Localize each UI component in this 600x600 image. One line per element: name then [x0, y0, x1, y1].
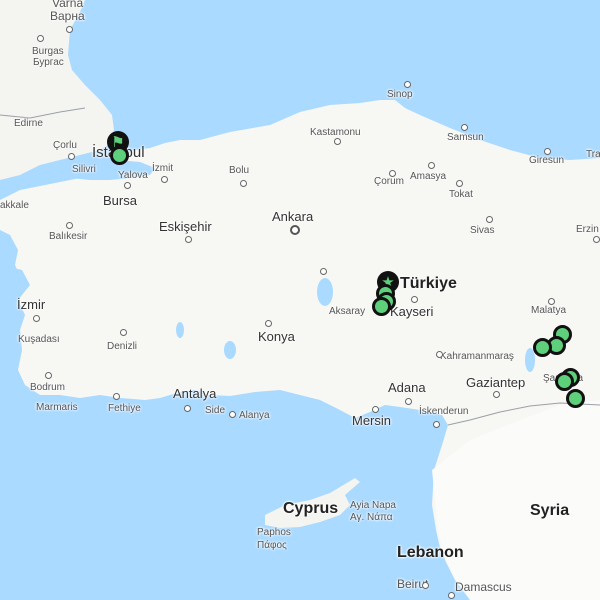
city-label-marmaris: Marmaris — [36, 402, 78, 413]
city-dot-alanya — [229, 411, 236, 418]
city-dot-fethiye — [113, 393, 120, 400]
city-dot-sivas — [486, 216, 493, 223]
city-label-giresun: Giresun — [529, 155, 565, 166]
city-label-corum: Çorum — [374, 176, 405, 187]
city-label-kahramanmaras: Kahramanmaraş — [440, 351, 514, 362]
city-dot-bodrum — [45, 372, 52, 379]
map-marker-istanbul[interactable] — [110, 146, 129, 165]
map-marker-sanliurfa-3[interactable] — [566, 389, 585, 408]
country-label-lebanon: Lebanon — [397, 544, 464, 561]
city-label-ayia-napa-greek: Αγ. Νάπα — [350, 512, 393, 523]
city-dot-eskisehir — [185, 236, 192, 243]
city-dot-gaziantep — [493, 391, 500, 398]
city-dot-mersin — [372, 406, 379, 413]
city-label-silivri: Silivri — [72, 164, 96, 175]
city-label-konya: Konya — [258, 329, 295, 344]
city-dot-beirut — [422, 582, 429, 589]
city-label-damascus: Damascus — [455, 580, 512, 594]
city-dot-sinop — [404, 81, 411, 88]
city-dot-kahramanmaras — [436, 351, 443, 358]
city-label-ayia-napa: Ayia Napa — [350, 500, 396, 511]
city-label-iskenderun: İskenderun — [419, 406, 469, 417]
lake-beysehir — [224, 341, 236, 359]
city-dot-tokat — [456, 180, 463, 187]
city-label-malatya: Malatya — [531, 305, 567, 316]
city-label-denizli: Denizli — [107, 341, 138, 352]
city-dot-samsun — [461, 124, 468, 131]
city-label-bodrum: Bodrum — [30, 382, 66, 393]
city-dot-corlu — [68, 153, 75, 160]
city-label-balikesir: Balıkesir — [49, 231, 88, 242]
city-dot-kayseri — [411, 296, 418, 303]
city-label-kusadasi: Kuşadası — [18, 334, 60, 345]
city-dot-varna — [66, 26, 73, 33]
city-dot-erzin — [593, 236, 600, 243]
city-label-erzin: Erzin — [576, 224, 599, 235]
country-label-cyprus: Cyprus — [283, 500, 339, 517]
city-dot-yalova — [124, 182, 131, 189]
city-dot-corum — [389, 170, 396, 177]
city-label-yalova: Yalova — [118, 170, 148, 181]
city-dot-izmir — [33, 315, 40, 322]
city-label-kayseri: Kayseri — [390, 304, 434, 319]
city-label-samsun: Samsun — [447, 132, 484, 143]
city-dot-giresun — [544, 148, 551, 155]
city-label-paphos-greek: Πάφος — [257, 540, 287, 551]
city-dot-malatya — [548, 298, 555, 305]
city-dot-iskenderun — [433, 421, 440, 428]
city-label-mersin: Mersin — [352, 413, 392, 428]
city-dot-burgas — [37, 35, 44, 42]
city-label-tokat: Tokat — [449, 189, 473, 200]
country-label-turkey: Türkiye — [400, 275, 457, 292]
city-label-tra: Tra — [586, 149, 600, 160]
city-dot-damascus — [448, 592, 455, 599]
lake-egirdir — [176, 322, 184, 338]
city-dot-balikesir — [66, 222, 73, 229]
city-label-izmit: İzmit — [152, 163, 174, 174]
city-label-side: Side — [205, 405, 226, 416]
city-dot-konya — [265, 320, 272, 327]
city-label-kastamonu: Kastamonu — [310, 127, 361, 138]
city-label-paphos: Paphos — [257, 527, 291, 538]
map-marker-malatya-3[interactable] — [533, 338, 552, 357]
map-marker-central-3[interactable] — [372, 297, 391, 316]
city-dot-adana — [405, 398, 412, 405]
city-label-aksaray: Aksaray — [329, 306, 366, 317]
city-label-sivas: Sivas — [470, 225, 495, 236]
city-label-adana: Adana — [388, 380, 426, 395]
city-dot-denizli — [120, 329, 127, 336]
city-label-fethiye: Fethiye — [108, 403, 141, 414]
city-label-corlu: Çorlu — [53, 140, 77, 151]
capital-dot-ankara — [290, 225, 300, 235]
city-dot-izmit — [161, 176, 168, 183]
city-label-antalya: Antalya — [173, 386, 217, 401]
city-dot-bolu — [240, 180, 247, 187]
map-marker-sanliurfa-2[interactable] — [555, 372, 574, 391]
city-label-izmir: İzmir — [17, 297, 46, 312]
city-label-burgas-cyrillic: Бургас — [33, 57, 64, 68]
city-label-amasya: Amasya — [410, 171, 447, 182]
city-label-alanya: Alanya — [239, 410, 270, 421]
country-label-syria: Syria — [530, 502, 570, 519]
city-label-gaziantep: Gaziantep — [466, 375, 526, 390]
city-label-bursa: Bursa — [103, 193, 137, 208]
city-label-eskisehir: Eskişehir — [159, 219, 212, 234]
city-dot-kastamonu — [334, 138, 341, 145]
city-label-akkale: akkale — [0, 200, 29, 211]
city-label-ankara: Ankara — [272, 209, 314, 224]
city-label-bolu: Bolu — [229, 165, 250, 176]
city-label-varna-cyrillic: Варна — [50, 9, 85, 23]
city-label-burgas: Burgas — [32, 46, 64, 57]
city-dot-amasya — [428, 162, 435, 169]
city-label-sinop: Sinop — [387, 89, 413, 100]
city-dot-nevsehir — [320, 268, 327, 275]
city-label-edirne: Edirne — [14, 118, 43, 129]
city-dot-antalya — [184, 405, 191, 412]
lake-tuz — [317, 278, 333, 306]
